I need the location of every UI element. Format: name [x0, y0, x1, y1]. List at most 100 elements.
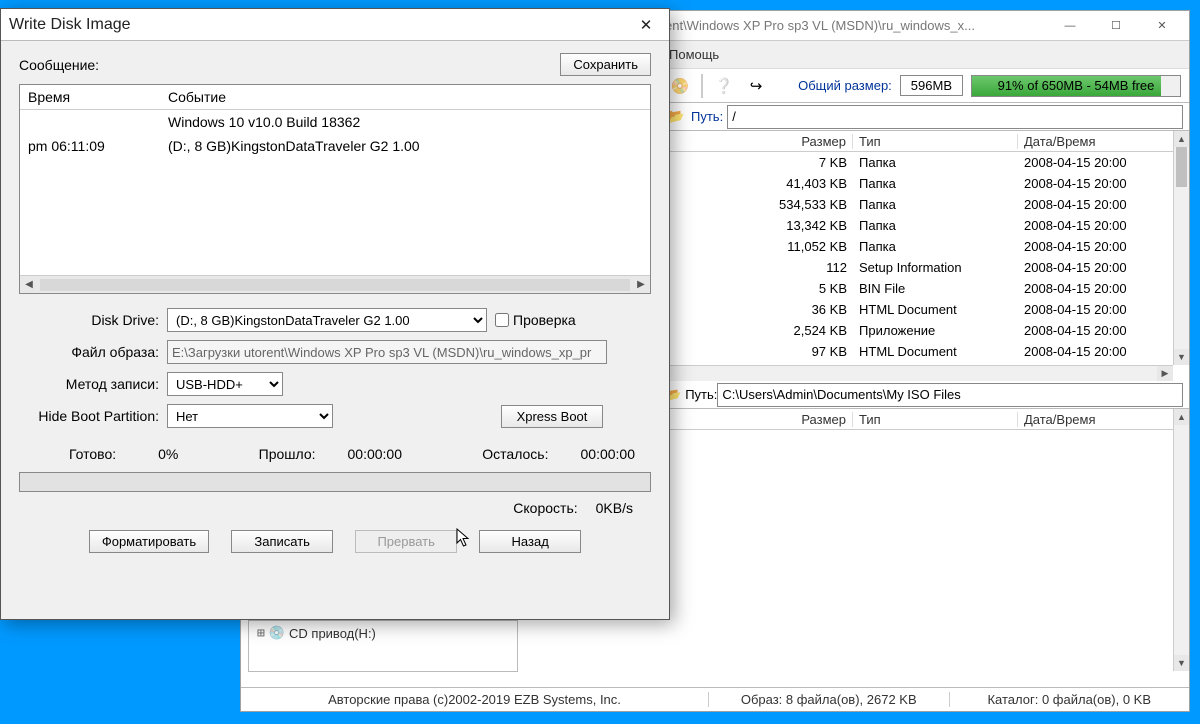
- log-time: [20, 110, 160, 134]
- cell-date: 2008-04-15 20:00: [1018, 197, 1178, 212]
- verify-checkbox-label: Проверка: [513, 312, 576, 328]
- mount-icon[interactable]: 📀: [667, 73, 693, 99]
- message-label: Сообщение:: [19, 57, 560, 73]
- elapsed-value: 00:00:00: [348, 446, 403, 462]
- image-file-label: Файл образа:: [19, 344, 159, 360]
- drive-tree[interactable]: ⊞ 💿 CD привод(H:): [248, 620, 518, 672]
- vscrollbar[interactable]: ▲ ▼: [1173, 131, 1189, 365]
- dialog-title-text: Write Disk Image: [9, 16, 131, 34]
- format-button[interactable]: Форматировать: [89, 530, 209, 553]
- cell-type: Папка: [853, 155, 1018, 170]
- ready-value: 0%: [158, 446, 178, 462]
- cell-type: Setup Information: [853, 260, 1018, 275]
- scroll-right-icon[interactable]: ▶: [1157, 366, 1173, 381]
- log-hscroll[interactable]: ◀ ▶: [20, 275, 650, 293]
- capacity-bar-text: 91% of 650MB - 54MB free: [972, 76, 1180, 96]
- cell-date: 2008-04-15 20:00: [1018, 260, 1178, 275]
- scroll-up-icon[interactable]: ▲: [1174, 409, 1189, 425]
- tree-item-label[interactable]: CD привод(H:): [289, 626, 376, 641]
- cell-size: 36 KB: [773, 302, 853, 317]
- cd-drive-icon: 💿: [269, 625, 285, 641]
- upper-path-input[interactable]: [727, 105, 1183, 129]
- help-icon[interactable]: ❔: [711, 73, 737, 99]
- lower-path-input[interactable]: [717, 383, 1183, 407]
- status-bar: Авторские права (c)2002-2019 EZB Systems…: [241, 687, 1189, 711]
- log-event: (D:, 8 GB)KingstonDataTraveler G2 1.00: [160, 134, 650, 158]
- exit-icon[interactable]: ↪: [743, 73, 769, 99]
- log-event: Windows 10 v10.0 Build 18362: [160, 110, 650, 134]
- log-row: Windows 10 v10.0 Build 18362: [20, 110, 650, 134]
- progress-bar: [19, 472, 651, 492]
- cell-type: Папка: [853, 176, 1018, 191]
- xpress-boot-button[interactable]: Xpress Boot: [501, 405, 603, 428]
- toolbar-separator: [701, 74, 703, 98]
- cell-date: 2008-04-15 20:00: [1018, 281, 1178, 296]
- image-file-input[interactable]: [167, 340, 607, 364]
- save-log-button[interactable]: Сохранить: [560, 53, 651, 76]
- cell-size: 41,403 KB: [773, 176, 853, 191]
- back-button[interactable]: Назад: [479, 530, 581, 553]
- remain-label: Осталось:: [482, 446, 548, 462]
- log-col-event[interactable]: Событие: [160, 85, 650, 109]
- col-date[interactable]: Дата/Время: [1018, 134, 1178, 149]
- cell-date: 2008-04-15 20:00: [1018, 239, 1178, 254]
- cell-size: 112: [773, 260, 853, 275]
- col-date2[interactable]: Дата/Время: [1018, 412, 1178, 427]
- total-size-value: 596MB: [900, 75, 963, 96]
- write-button[interactable]: Записать: [231, 530, 333, 553]
- message-log[interactable]: Время Событие Windows 10 v10.0 Build 183…: [19, 84, 651, 294]
- cell-type: Папка: [853, 218, 1018, 233]
- cell-type: Папка: [853, 239, 1018, 254]
- verify-checkbox[interactable]: Проверка: [495, 312, 576, 328]
- cell-date: 2008-04-15 20:00: [1018, 302, 1178, 317]
- elapsed-label: Прошло:: [259, 446, 316, 462]
- disk-drive-label: Disk Drive:: [19, 312, 159, 328]
- cell-size: 7 KB: [773, 155, 853, 170]
- col-type2[interactable]: Тип: [853, 412, 1018, 427]
- tree-expand-icon[interactable]: ⊞: [257, 626, 265, 641]
- scroll-down-icon[interactable]: ▼: [1174, 655, 1189, 671]
- capacity-bar[interactable]: 91% of 650MB - 54MB free: [971, 75, 1181, 97]
- cell-size: 5 KB: [773, 281, 853, 296]
- col-type[interactable]: Тип: [853, 134, 1018, 149]
- hide-boot-label: Hide Boot Partition:: [19, 408, 159, 424]
- cell-date: 2008-04-15 20:00: [1018, 323, 1178, 338]
- minimize-button[interactable]: —: [1047, 12, 1093, 40]
- ready-label: Готово:: [69, 446, 116, 462]
- speed-label: Скорость:: [513, 500, 577, 516]
- vscrollbar2[interactable]: ▲ ▼: [1173, 409, 1189, 671]
- maximize-button[interactable]: ☐: [1093, 12, 1139, 40]
- log-col-time[interactable]: Время: [20, 85, 160, 109]
- status-catalog: Каталог: 0 файла(ов), 0 KB: [950, 692, 1190, 707]
- hide-boot-select[interactable]: Нет: [167, 404, 333, 428]
- status-copyright: Авторские права (c)2002-2019 EZB Systems…: [241, 692, 709, 707]
- scroll-left-icon[interactable]: ◀: [20, 279, 38, 290]
- disk-drive-select[interactable]: (D:, 8 GB)KingstonDataTraveler G2 1.00: [167, 308, 487, 332]
- status-image: Образ: 8 файла(ов), 2672 KB: [709, 692, 950, 707]
- cell-type: Приложение: [853, 323, 1018, 338]
- cell-size: 2,524 KB: [773, 323, 853, 338]
- dialog-close-button[interactable]: ✕: [631, 11, 661, 39]
- scroll-up-icon[interactable]: ▲: [1174, 131, 1189, 147]
- scroll-right-icon[interactable]: ▶: [632, 279, 650, 290]
- cell-size: 13,342 KB: [773, 218, 853, 233]
- menu-help[interactable]: Помощь: [669, 47, 719, 62]
- cell-date: 2008-04-15 20:00: [1018, 344, 1178, 359]
- upper-path-label: Путь:: [691, 109, 723, 124]
- cell-type: BIN File: [853, 281, 1018, 296]
- close-button[interactable]: ✕: [1139, 12, 1185, 40]
- speed-value: 0KB/s: [596, 500, 633, 516]
- cell-type: Папка: [853, 197, 1018, 212]
- write-method-select[interactable]: USB-HDD+: [167, 372, 283, 396]
- col-size[interactable]: Размер: [773, 134, 853, 149]
- log-time: pm 06:11:09: [20, 134, 160, 158]
- log-row: pm 06:11:09(D:, 8 GB)KingstonDataTravele…: [20, 134, 650, 158]
- cell-size: 97 KB: [773, 344, 853, 359]
- scroll-down-icon[interactable]: ▼: [1174, 349, 1189, 365]
- remain-value: 00:00:00: [581, 446, 636, 462]
- verify-checkbox-input[interactable]: [495, 313, 509, 327]
- cell-date: 2008-04-15 20:00: [1018, 155, 1178, 170]
- cell-size: 534,533 KB: [773, 197, 853, 212]
- cell-date: 2008-04-15 20:00: [1018, 176, 1178, 191]
- col-size2[interactable]: Размер: [773, 412, 853, 427]
